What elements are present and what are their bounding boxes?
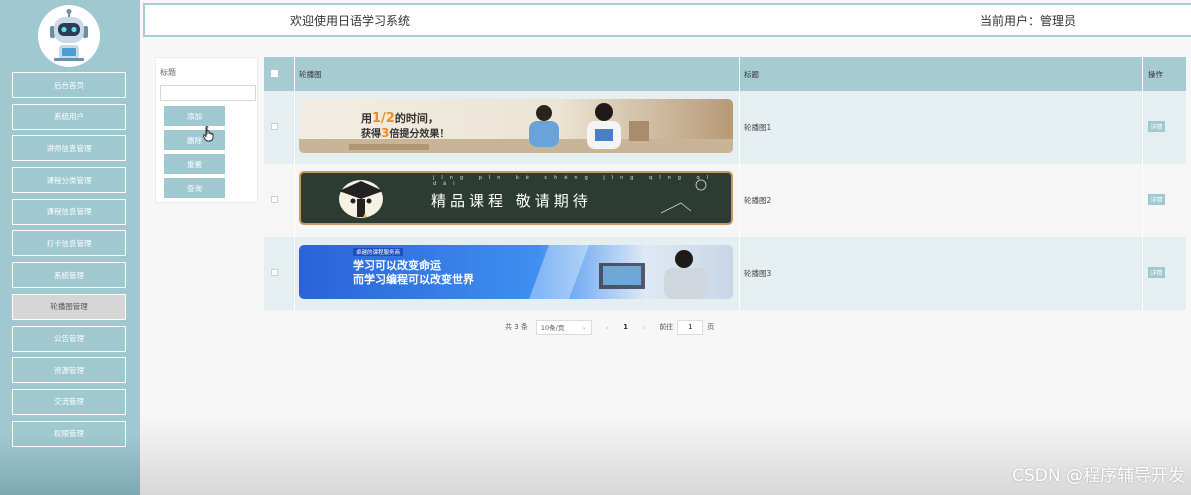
sidebar-item-discussion[interactable]: 交流管理 bbox=[12, 388, 126, 415]
sidebar: 后台首页 系统用户 讲师信息管理 课程分类管理 课程信息管理 打卡信息管理 系统… bbox=[0, 0, 140, 495]
query-button[interactable]: 查询 bbox=[164, 178, 225, 198]
page-suffix: 页 bbox=[707, 323, 715, 331]
reset-button[interactable]: 重置 bbox=[164, 154, 225, 174]
row-title: 轮播图1 bbox=[744, 123, 772, 132]
row-checkbox[interactable] bbox=[271, 269, 278, 276]
select-all-checkbox[interactable] bbox=[271, 70, 278, 77]
column-divider bbox=[294, 57, 295, 310]
banner-3-tag: 卓越的课程服务商 bbox=[353, 248, 404, 256]
banner-image-3: 卓越的课程服务商 学习可以改变命运 而学习编程可以改变世界 bbox=[299, 245, 733, 299]
header-image: 轮播图 bbox=[299, 69, 322, 79]
detail-button[interactable]: 详情 bbox=[1148, 194, 1165, 205]
search-title-input[interactable] bbox=[160, 85, 256, 101]
sidebar-item-course-categories[interactable]: 课程分类管理 bbox=[12, 167, 126, 194]
sidebar-item-courses[interactable]: 课程信息管理 bbox=[12, 198, 126, 225]
banner-image-2: jīng pǐn kè chéng jìng qǐng qī dài 精品课程 … bbox=[299, 171, 733, 225]
goto-page-input[interactable] bbox=[677, 319, 704, 335]
banner-3-line2: 而学习编程可以改变世界 bbox=[353, 273, 474, 286]
system-title: 欢迎使用日语学习系统 bbox=[290, 14, 411, 28]
add-button[interactable]: 添加 bbox=[164, 106, 225, 126]
sidebar-item-home[interactable]: 后台首页 bbox=[12, 72, 126, 98]
sidebar-item-system-users[interactable]: 系统用户 bbox=[12, 103, 126, 130]
column-divider bbox=[739, 57, 740, 310]
page-size-value: 10条/页 bbox=[540, 324, 565, 332]
sidebar-nav: 后台首页 系统用户 讲师信息管理 课程分类管理 课程信息管理 打卡信息管理 系统… bbox=[12, 72, 126, 452]
detail-button[interactable]: 详情 bbox=[1148, 267, 1165, 278]
page-number-1[interactable]: 1 bbox=[623, 323, 628, 331]
watermark: CSDN @程序辅导开发 bbox=[1012, 466, 1185, 486]
robot-avatar-icon bbox=[50, 9, 88, 61]
column-divider bbox=[1142, 57, 1143, 310]
sidebar-item-lecturers[interactable]: 讲师信息管理 bbox=[12, 135, 126, 162]
banner-1-line2: 获得3倍提分效果！ bbox=[361, 126, 450, 140]
banner-2-pinyin: jīng pǐn kè chéng jìng qǐng qī dài bbox=[433, 175, 716, 187]
row-checkbox[interactable] bbox=[271, 123, 278, 130]
next-page-button[interactable]: › bbox=[642, 323, 645, 332]
sidebar-item-permissions[interactable]: 权限管理 bbox=[12, 420, 126, 447]
banner-1-line1: 用1/2的时间， bbox=[361, 111, 439, 126]
sidebar-item-resources[interactable]: 资源管理 bbox=[12, 357, 126, 384]
search-title-label: 标题 bbox=[160, 68, 176, 77]
avatar[interactable] bbox=[38, 5, 100, 67]
table-row: 卓越的课程服务商 学习可以改变命运 而学习编程可以改变世界 轮播图3 详情 bbox=[264, 237, 1186, 310]
delete-button[interactable]: 删除 bbox=[164, 130, 225, 150]
prev-page-button[interactable]: ‹ bbox=[606, 323, 609, 332]
hand-cursor-icon bbox=[203, 126, 214, 142]
table-header: 轮播图 标题 操作 bbox=[264, 57, 1186, 91]
sidebar-item-checkins[interactable]: 打卡信息管理 bbox=[12, 230, 126, 257]
row-title: 轮播图2 bbox=[744, 196, 772, 205]
pager-total: 共 3 条 bbox=[505, 323, 528, 331]
header-title: 标题 bbox=[744, 69, 759, 79]
pagination: 共 3 条 10条/页 ⌄ ‹ 1 › 前往 页 bbox=[505, 319, 714, 335]
top-header: 欢迎使用日语学习系统 当前用户：管理员 bbox=[143, 3, 1191, 37]
header-action: 操作 bbox=[1148, 69, 1163, 79]
sidebar-item-announcements[interactable]: 公告管理 bbox=[12, 325, 126, 352]
goto-label: 前往 bbox=[659, 323, 674, 331]
sidebar-item-carousel[interactable]: 轮播图管理 bbox=[12, 293, 126, 320]
page-size-select[interactable]: 10条/页 ⌄ bbox=[535, 319, 592, 335]
chevron-down-icon: ⌄ bbox=[581, 323, 587, 331]
detail-button[interactable]: 详情 bbox=[1148, 121, 1165, 132]
banner-2-text: 精品课程 敬请期待 bbox=[431, 192, 592, 210]
banner-image-1: 用1/2的时间， 获得3倍提分效果！ bbox=[299, 99, 733, 153]
table-row: jīng pǐn kè chéng jìng qǐng qī dài 精品课程 … bbox=[264, 164, 1186, 237]
row-checkbox[interactable] bbox=[271, 196, 278, 203]
current-user: 当前用户：管理员 bbox=[980, 14, 1077, 28]
sidebar-item-system[interactable]: 系统管理 bbox=[12, 262, 126, 289]
table-row: 用1/2的时间， 获得3倍提分效果！ 轮播图1 详情 bbox=[264, 91, 1186, 164]
carousel-table: 轮播图 标题 操作 用1/2的时间， 获得3倍提分效果！ 轮播图1 详情 jīn… bbox=[264, 57, 1186, 310]
row-title: 轮播图3 bbox=[744, 269, 772, 278]
